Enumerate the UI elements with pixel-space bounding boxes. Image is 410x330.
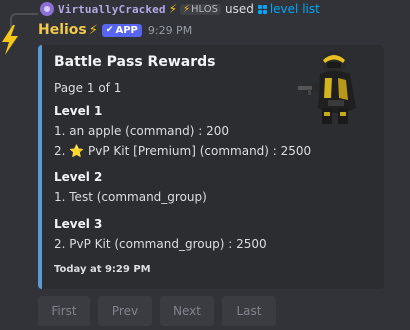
- level-1-title: Level 1: [54, 104, 103, 118]
- bot-avatar[interactable]: [0, 25, 22, 55]
- next-page-button[interactable]: Next: [160, 296, 214, 326]
- message-header: Helios ⚡ ✔ APP 9:29 PM: [38, 20, 192, 40]
- last-page-button[interactable]: Last: [222, 296, 276, 326]
- lightning-icon: ⚡: [88, 22, 98, 38]
- command-name: level list: [269, 2, 320, 16]
- embed-thumbnail-soldier[interactable]: [298, 48, 372, 124]
- first-page-button[interactable]: First: [38, 296, 90, 326]
- app-badge-label: APP: [115, 24, 138, 36]
- level-2-reward-1: 1. Test (command_group): [54, 190, 207, 204]
- verified-check-icon: ✔: [105, 25, 114, 35]
- bot-username[interactable]: Helios: [38, 22, 87, 38]
- reward-text: PvP Kit [Premium] (command) : 2500: [84, 144, 312, 158]
- lightning-icon: [2, 25, 18, 55]
- lightning-icon: ⚡: [168, 2, 177, 16]
- embed-card: Battle Pass Rewards Page 1 of 1 Level 1 …: [38, 45, 384, 289]
- slash-command-link[interactable]: level list: [257, 2, 320, 16]
- level-2-title: Level 2: [54, 170, 103, 184]
- level-3-reward-1: 2. PvP Kit (command_group) : 2500: [54, 237, 267, 251]
- reward-number: 2.: [54, 144, 70, 158]
- command-icon: [257, 4, 267, 14]
- level-1-reward-2: 2. ⭐ PvP Kit [Premium] (command) : 2500: [54, 144, 311, 158]
- reply-reference[interactable]: VirtuallyCracked ⚡ ⚡ HLOS used level lis…: [40, 1, 320, 17]
- pagination-buttons: First Prev Next Last: [38, 296, 276, 326]
- level-1-reward-1: 1. an apple (command) : 200: [54, 124, 229, 138]
- lightning-icon: ⚡: [183, 3, 191, 15]
- embed-title: Battle Pass Rewards: [54, 54, 216, 70]
- page-indicator: Page 1 of 1: [54, 81, 122, 95]
- embed-footer-timestamp: Today at 9:29 PM: [54, 264, 151, 275]
- used-label: used: [224, 2, 254, 16]
- server-tag[interactable]: ⚡ HLOS: [180, 3, 221, 15]
- message-timestamp[interactable]: 9:29 PM: [148, 24, 192, 37]
- prev-page-button[interactable]: Prev: [98, 296, 152, 326]
- server-tag-label: HLOS: [191, 3, 218, 15]
- reply-username[interactable]: VirtuallyCracked: [58, 3, 166, 16]
- app-badge: ✔ APP: [101, 23, 142, 37]
- star-icon: ⭐: [69, 144, 85, 158]
- reply-avatar[interactable]: [40, 2, 54, 16]
- level-3-title: Level 3: [54, 217, 103, 231]
